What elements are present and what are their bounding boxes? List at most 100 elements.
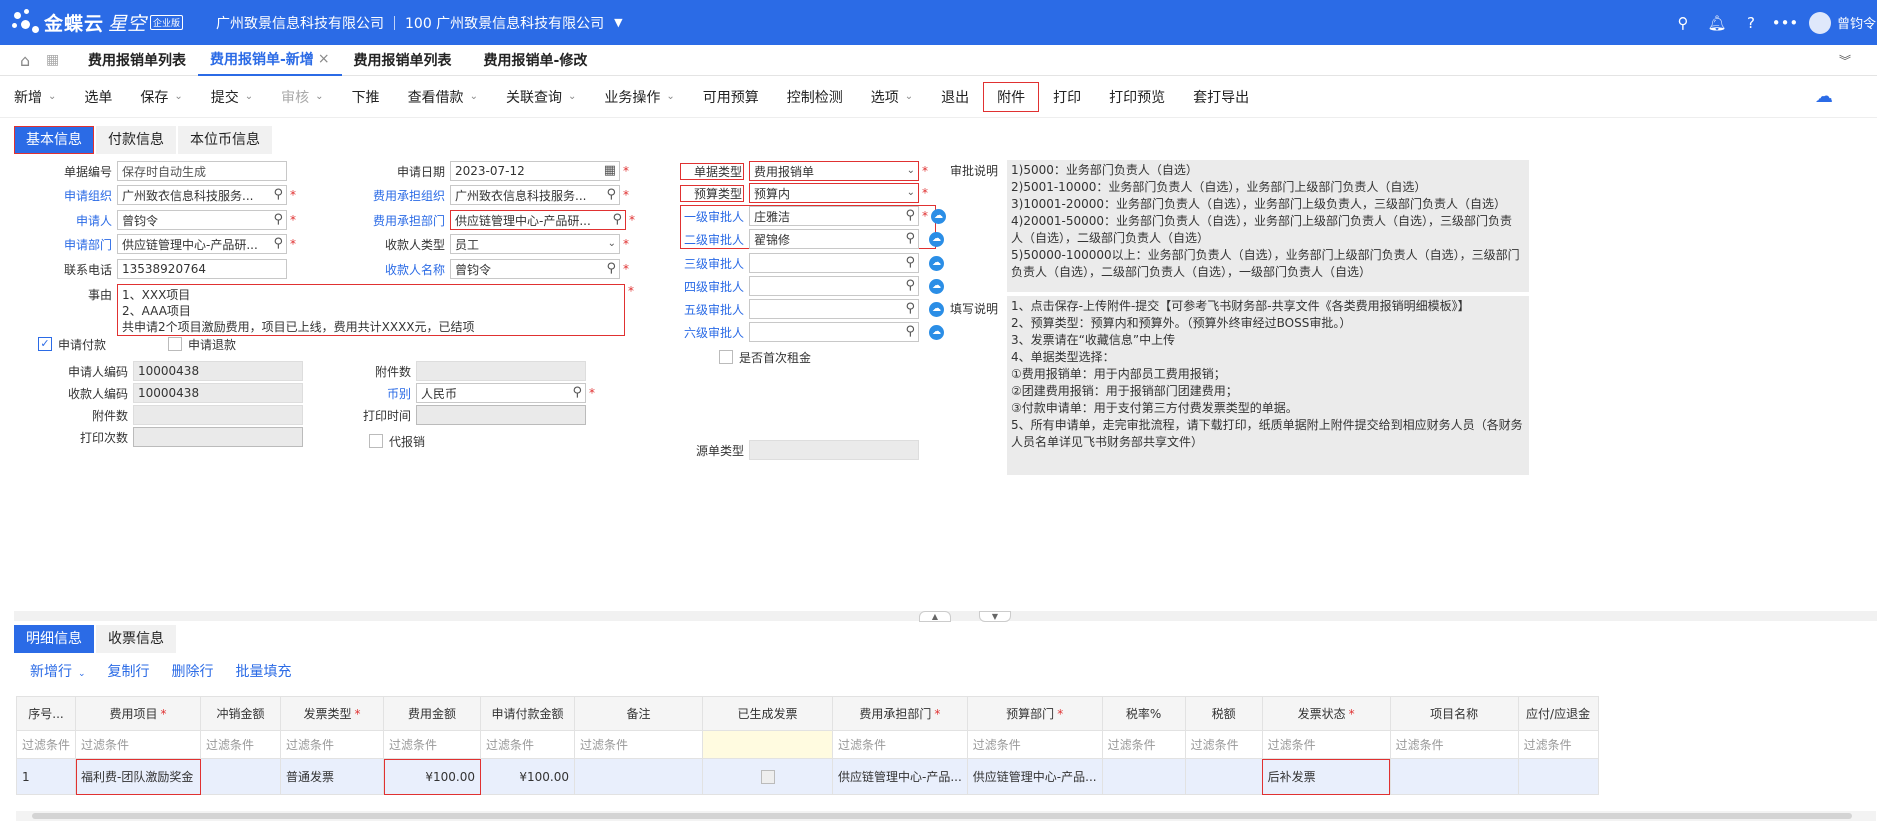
column-header[interactable]: 税率%	[1101, 696, 1186, 731]
filter-input[interactable]: 过滤条件	[480, 730, 576, 759]
column-header[interactable]: 冲销金额	[200, 696, 282, 731]
filter-input[interactable]: 过滤条件	[383, 730, 482, 759]
table-row[interactable]: 1 福利费-团队激励奖金 普通发票 ¥100.00 ¥100.00 供应链管理中心-产品.…	[15, 758, 1599, 795]
tab-expense-edit[interactable]: 费用报销单-修改	[472, 45, 600, 76]
approver6-label[interactable]: 六级审批人	[680, 324, 744, 341]
approver3-input[interactable]: ⚲	[749, 253, 919, 273]
scrollbar-thumb[interactable]	[32, 813, 1852, 819]
apply-dept-label[interactable]: 申请部门	[40, 236, 112, 253]
filter-input[interactable]: 过滤条件	[75, 730, 202, 759]
applicant-label[interactable]: 申请人	[40, 212, 112, 229]
grid-cell[interactable]: 普通发票	[280, 758, 385, 795]
toolbar-button-5[interactable]: 下推	[338, 82, 394, 112]
horizontal-scrollbar[interactable]	[16, 811, 1876, 821]
grid-cell[interactable]	[200, 758, 282, 795]
filter-input[interactable]: 过滤条件	[574, 730, 704, 759]
first-rent-checkbox[interactable]	[719, 350, 733, 364]
add-row-button[interactable]: 新增行 ⌄	[14, 661, 86, 681]
column-header[interactable]: 应付/应退金	[1517, 696, 1599, 731]
chevron-down-icon[interactable]: ⌄	[245, 91, 253, 102]
chevron-down-icon[interactable]: ⌄	[608, 238, 616, 249]
tab-expense-new[interactable]: 费用报销单-新增 ×	[198, 45, 342, 76]
search-icon[interactable]: ⚲	[273, 187, 283, 202]
grid-cell[interactable]: ¥100.00	[480, 758, 576, 795]
filter-input[interactable]: 过滤条件	[1261, 730, 1391, 759]
chevron-down-icon[interactable]: ⌄	[48, 91, 56, 102]
calendar-icon[interactable]: ▦	[604, 163, 616, 178]
approver4-label[interactable]: 四级审批人	[680, 278, 744, 295]
search-icon[interactable]: ⚲	[273, 236, 283, 251]
search-icon[interactable]: ⚲	[572, 385, 582, 400]
toolbar-button-13[interactable]: 附件	[983, 81, 1040, 112]
search-icon[interactable]: ⚲	[905, 208, 915, 223]
cloud-upload-icon[interactable]: ☁	[929, 255, 944, 271]
grid-cell[interactable]: 供应链管理中心-产品...	[832, 758, 968, 795]
chevron-down-icon[interactable]: ⌄	[666, 91, 674, 102]
user-name[interactable]: 曾钧令	[1837, 13, 1877, 32]
avatar[interactable]	[1809, 11, 1831, 34]
payee-name-label[interactable]: 收款人名称	[345, 261, 445, 278]
cost-org-label[interactable]: 费用承担组织	[345, 187, 445, 204]
filter-input[interactable]: 过滤条件	[1389, 730, 1519, 759]
home-icon[interactable]: ⌂	[20, 51, 46, 70]
toolbar-button-12[interactable]: 退出	[927, 82, 983, 112]
grid-cell[interactable]: 1	[15, 758, 77, 795]
search-icon[interactable]: ⚲	[905, 255, 915, 270]
cloud-upload-icon[interactable]: ☁	[929, 278, 944, 294]
grid-cell[interactable]	[1389, 758, 1519, 795]
grid-cell[interactable]: 供应链管理中心-产品...	[966, 758, 1103, 795]
expand-down-icon[interactable]: ▼	[979, 611, 1011, 622]
search-icon[interactable]: ⚲	[606, 187, 616, 202]
approver6-input[interactable]: ⚲	[749, 322, 919, 342]
toolbar-button-6[interactable]: 查看借款 ⌄	[394, 82, 492, 112]
search-icon[interactable]: ⚲	[905, 231, 915, 246]
search-icon[interactable]: ⚲	[905, 324, 915, 339]
approver1-label[interactable]: 一级审批人	[680, 208, 744, 225]
filter-input[interactable]: 过滤条件	[832, 730, 968, 759]
chevron-down-icon[interactable]: ⌄	[470, 91, 478, 102]
apply-org-input[interactable]: 广州致衣信息科技服务... ⚲	[117, 185, 287, 205]
grid-cell[interactable]: 后补发票	[1261, 758, 1391, 795]
toolbar-button-3[interactable]: 提交 ⌄	[197, 82, 267, 112]
apply-refund-checkbox[interactable]	[168, 337, 183, 351]
approver1-input[interactable]: 庄雅洁 ⚲	[749, 206, 919, 226]
tab-basic-info[interactable]: 基本信息	[14, 126, 94, 154]
payee-name-input[interactable]: 曾钧令 ⚲	[450, 259, 620, 279]
grid-icon[interactable]: ▦	[46, 52, 76, 68]
invoice-generated-checkbox[interactable]	[760, 769, 775, 784]
approver2-input[interactable]: 翟锦修 ⚲	[749, 229, 919, 249]
grid-cell[interactable]	[1517, 758, 1599, 795]
collapse-up-icon[interactable]: ▲	[919, 611, 951, 622]
search-icon[interactable]: ⚲	[905, 278, 915, 293]
column-header[interactable]: 税额	[1184, 696, 1263, 731]
close-icon[interactable]: ×	[318, 51, 330, 67]
tab-detail-info[interactable]: 明细信息	[14, 625, 94, 653]
column-header[interactable]: 申请付款金额	[480, 696, 576, 731]
toolbar-button-8[interactable]: 业务操作 ⌄	[590, 82, 688, 112]
cost-dept-label[interactable]: 费用承担部门	[345, 212, 445, 229]
cloud-upload-icon[interactable]: ☁	[931, 208, 946, 224]
tab-base-currency-info[interactable]: 本位币信息	[178, 126, 272, 154]
tab-payment-info[interactable]: 付款信息	[96, 126, 176, 154]
column-header[interactable]: 费用项目 *	[75, 696, 202, 731]
filter-input[interactable]: 过滤条件	[1517, 730, 1599, 759]
toolbar-button-7[interactable]: 关联查询 ⌄	[492, 82, 590, 112]
batch-fill-button[interactable]: 批量填充	[236, 661, 292, 681]
account-switch[interactable]: 100 广州致景信息科技有限公司	[405, 13, 604, 33]
currency-label[interactable]: 币别	[345, 385, 411, 402]
approver2-label[interactable]: 二级审批人	[680, 231, 744, 248]
filter-input[interactable]: 过滤条件	[280, 730, 385, 759]
chevron-down-icon[interactable]: ⌄	[315, 91, 323, 102]
bill-no-input[interactable]: 保存时自动生成	[117, 161, 287, 181]
proxy-checkbox[interactable]	[369, 434, 383, 448]
phone-input[interactable]: 13538920764	[117, 259, 287, 279]
apply-dept-input[interactable]: 供应链管理中心-产品研... ⚲	[117, 234, 287, 254]
filter-input[interactable]: 过滤条件	[200, 730, 282, 759]
column-header[interactable]: 发票类型 *	[280, 696, 385, 731]
column-header[interactable]: 预算部门 *	[966, 696, 1103, 731]
chevron-down-icon[interactable]: ⌄	[174, 91, 182, 102]
cloud-upload-icon[interactable]: ☁	[929, 301, 944, 317]
applicant-input[interactable]: 曾钧令 ⚲	[117, 210, 287, 230]
apply-org-label[interactable]: 申请组织	[40, 187, 112, 204]
cloud-upload-icon[interactable]: ☁	[929, 324, 944, 340]
